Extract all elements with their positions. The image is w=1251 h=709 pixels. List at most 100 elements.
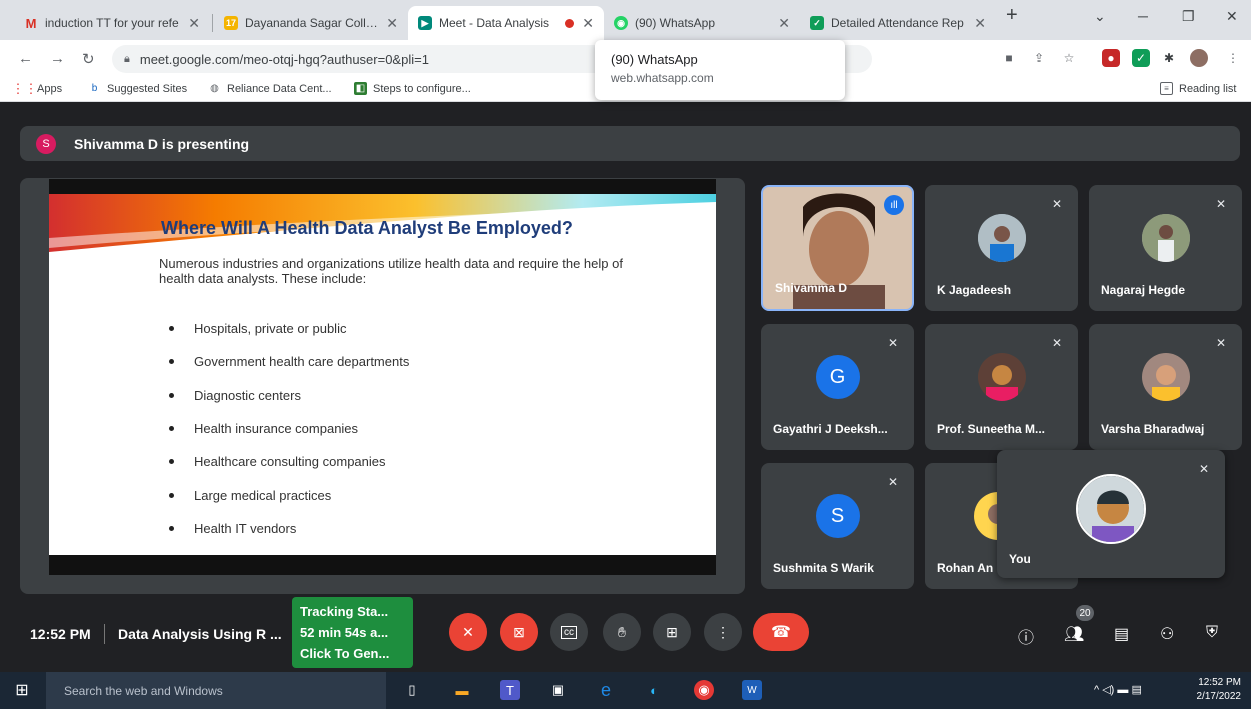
slide-bullet: Government health care departments — [169, 354, 409, 369]
word-icon[interactable]: W — [742, 680, 762, 700]
app-icon[interactable]: ◐ — [644, 680, 664, 700]
mic-off-icon: ✕ — [887, 336, 898, 350]
presenting-banner: S Shivamma D is presenting — [20, 126, 1240, 161]
captions-button[interactable]: cc — [550, 613, 588, 651]
browser-tab-strip: M induction TT for your refe ✕ 17 Dayanan… — [0, 0, 1251, 40]
back-arrow-icon[interactable]: ← — [18, 50, 33, 67]
participant-letter-avatar: S — [815, 494, 860, 538]
slide-bullet: Health IT vendors — [169, 521, 296, 536]
share-icon[interactable]: ⇪ — [1030, 49, 1048, 67]
minimize-button[interactable]: ─ — [1138, 8, 1148, 24]
people-icon[interactable]: 👥︎ — [1064, 624, 1084, 644]
captions-icon: cc — [561, 625, 577, 639]
globe-icon: ◍ — [210, 83, 219, 94]
steps-icon: ◧ — [354, 82, 367, 95]
task-view-icon[interactable]: ▯ — [402, 680, 422, 700]
reload-icon[interactable]: ↻ — [82, 50, 95, 68]
presentation-slide: Where Will A Health Data Analyst Be Empl… — [49, 179, 716, 575]
meeting-details-icon[interactable]: ⓘ — [1018, 624, 1034, 648]
camera-toggle-button[interactable]: ⊠ — [500, 613, 538, 651]
participant-tile-sushmita[interactable]: ✕ S Sushmita S Warik — [761, 463, 914, 589]
extensions-puzzle-icon[interactable]: ✱ — [1160, 49, 1178, 67]
bookmark-suggested[interactable]: b Suggested Sites — [88, 82, 187, 95]
recording-dot-icon — [565, 18, 575, 28]
participant-count-badge: 20 — [1076, 605, 1094, 621]
participant-tile-shivamma[interactable]: ıll Shivamma D — [761, 185, 914, 311]
participant-tile-suneetha[interactable]: ✕ Prof. Suneetha M... — [925, 324, 1078, 450]
participant-tile-gayathri[interactable]: ✕ G Gayathri J Deeksh... — [761, 324, 914, 450]
raise-hand-button[interactable]: ✋︎ — [603, 613, 641, 651]
host-controls-icon[interactable]: ⛨ — [1206, 624, 1218, 642]
tab-dayananda[interactable]: 17 Dayananda Sagar College ✕ — [214, 6, 408, 40]
divider — [104, 624, 105, 644]
participant-avatar — [1141, 353, 1190, 401]
end-call-button[interactable]: ☎︎ — [753, 613, 809, 651]
hand-icon: ✋︎ — [618, 623, 626, 640]
present-now-button[interactable]: ⊞ — [653, 613, 691, 651]
taskbar-search[interactable]: Search the web and Windows — [46, 672, 386, 709]
meeting-time: 12:52 PM — [30, 626, 91, 642]
tab-search-icon[interactable]: ⌄ — [1094, 8, 1106, 25]
close-tab-icon[interactable]: ✕ — [188, 15, 200, 32]
camera-icon[interactable]: ■ — [1000, 49, 1018, 67]
bookmark-star-icon[interactable]: ☆ — [1060, 49, 1078, 67]
presenting-text: Shivamma D is presenting — [74, 135, 250, 152]
sheets-extension-icon[interactable]: ✓ — [1132, 49, 1150, 67]
windows-taskbar: ⊞ Search the web and Windows ▯ ▬ T ▣ e ◐… — [0, 672, 1251, 709]
bookmark-apps[interactable]: ⋮⋮ Apps — [12, 81, 63, 96]
meeting-title: Data Analysis Using R ... — [118, 626, 282, 642]
chrome-icon[interactable]: ◉ — [694, 680, 714, 700]
close-tab-icon[interactable]: ✕ — [778, 15, 790, 32]
activities-icon[interactable]: ⚇ — [1160, 624, 1174, 644]
profile-avatar[interactable] — [1190, 49, 1208, 67]
attendance-tracker-popup[interactable]: Tracking Sta... 52 min 54s a... Click To… — [292, 597, 413, 668]
new-tab-button[interactable]: + — [1006, 4, 1018, 27]
self-view-tile[interactable]: ✕ You — [997, 450, 1225, 578]
participant-tile-varsha[interactable]: ✕ Varsha Bharadwaj — [1089, 324, 1242, 450]
reading-list-icon: ≡ — [1160, 82, 1173, 95]
close-window-button[interactable]: ✕ — [1226, 8, 1238, 25]
participant-tile-nagaraj[interactable]: ✕ Nagaraj Hegde — [1089, 185, 1242, 311]
meet-icon: ▶ — [418, 16, 432, 30]
bookmark-reliance[interactable]: ◍ Reliance Data Cent... — [208, 82, 331, 95]
slide-title: Where Will A Health Data Analyst Be Empl… — [161, 218, 573, 238]
participant-avatar — [977, 353, 1026, 401]
tracker-line-1: Tracking Sta... — [300, 604, 389, 619]
mic-off-icon: ✕ — [1051, 197, 1062, 211]
sheets-check-icon: ✓ — [810, 16, 824, 30]
close-tab-icon[interactable]: ✕ — [386, 15, 398, 32]
reading-list-button[interactable]: ≡ Reading list — [1160, 82, 1236, 95]
mic-off-icon: ✕ — [1215, 336, 1226, 350]
taskbar-clock[interactable]: 12:52 PM 2/17/2022 — [1197, 676, 1242, 704]
slide-bullet: Other health organizations — [169, 555, 346, 570]
windows-start-icon[interactable]: ⊞ — [12, 680, 32, 700]
file-explorer-icon[interactable]: ▬ — [452, 680, 472, 700]
participant-tile-jagadeesh[interactable]: ✕ K Jagadeesh — [925, 185, 1078, 311]
clock-time: 12:52 PM — [1198, 677, 1241, 688]
bookmark-steps[interactable]: ◧ Steps to configure... — [354, 82, 471, 95]
close-tab-icon[interactable]: ✕ — [974, 15, 986, 32]
address-url: meet.google.com/meo-otqj-hgq?authuser=0&… — [139, 51, 429, 67]
store-icon[interactable]: ▣ — [548, 680, 568, 700]
calendar-icon: 17 — [224, 16, 238, 30]
tab-whatsapp[interactable]: ◉ (90) WhatsApp ✕ — [604, 6, 800, 40]
tray-icons[interactable]: ^ ◁) ▬ ▤ — [1094, 683, 1142, 696]
tab-attendance[interactable]: ✓ Detailed Attendance Rep ✕ — [800, 6, 996, 40]
edge-icon[interactable]: e — [596, 680, 616, 700]
mic-toggle-button[interactable]: ✕ — [449, 613, 487, 651]
tab-gmail[interactable]: M induction TT for your refe ✕ — [14, 6, 210, 40]
extension-icon[interactable]: ● — [1102, 49, 1120, 67]
tracker-line-2: 52 min 54s a... — [300, 625, 389, 640]
slide-bullet: Hospitals, private or public — [169, 321, 346, 336]
self-avatar — [1076, 474, 1146, 544]
tab-meet[interactable]: ▶ Meet - Data Analysis ✕ — [408, 6, 604, 40]
forward-arrow-icon[interactable]: → — [50, 50, 65, 67]
close-tab-icon[interactable]: ✕ — [582, 15, 594, 32]
tab-hover-card: (90) WhatsApp web.whatsapp.com — [595, 40, 845, 100]
chat-icon[interactable]: ▤ — [1114, 624, 1129, 644]
more-options-button[interactable]: ⋮ — [704, 613, 742, 651]
tracker-generate-link[interactable]: Click To Gen... — [300, 643, 405, 664]
menu-kebab-icon[interactable]: ⋮ — [1224, 49, 1242, 67]
restore-button[interactable]: ❐ — [1182, 8, 1195, 25]
teams-icon[interactable]: T — [500, 680, 520, 700]
